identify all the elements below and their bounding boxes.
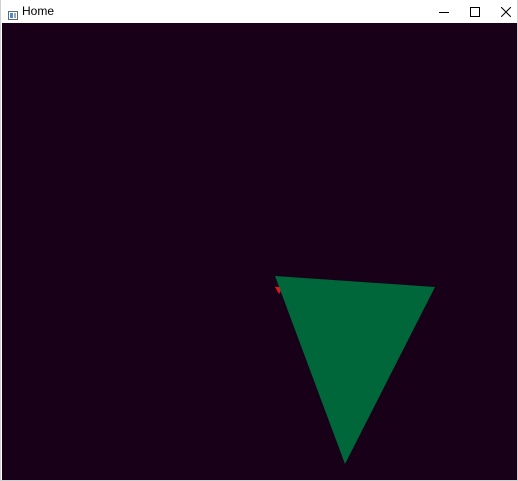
app-window-icon xyxy=(8,7,18,20)
viewport-background xyxy=(2,23,517,480)
minimize-icon xyxy=(439,11,449,13)
render-viewport[interactable] xyxy=(2,23,517,480)
minimize-button[interactable] xyxy=(429,0,459,23)
maximize-icon xyxy=(470,6,480,17)
maximize-button[interactable] xyxy=(460,0,490,23)
close-button[interactable] xyxy=(491,0,518,23)
window-title: Home xyxy=(22,4,55,18)
close-icon xyxy=(501,6,511,17)
app-window: Home xyxy=(0,0,518,481)
title-bar[interactable]: Home xyxy=(1,0,517,23)
